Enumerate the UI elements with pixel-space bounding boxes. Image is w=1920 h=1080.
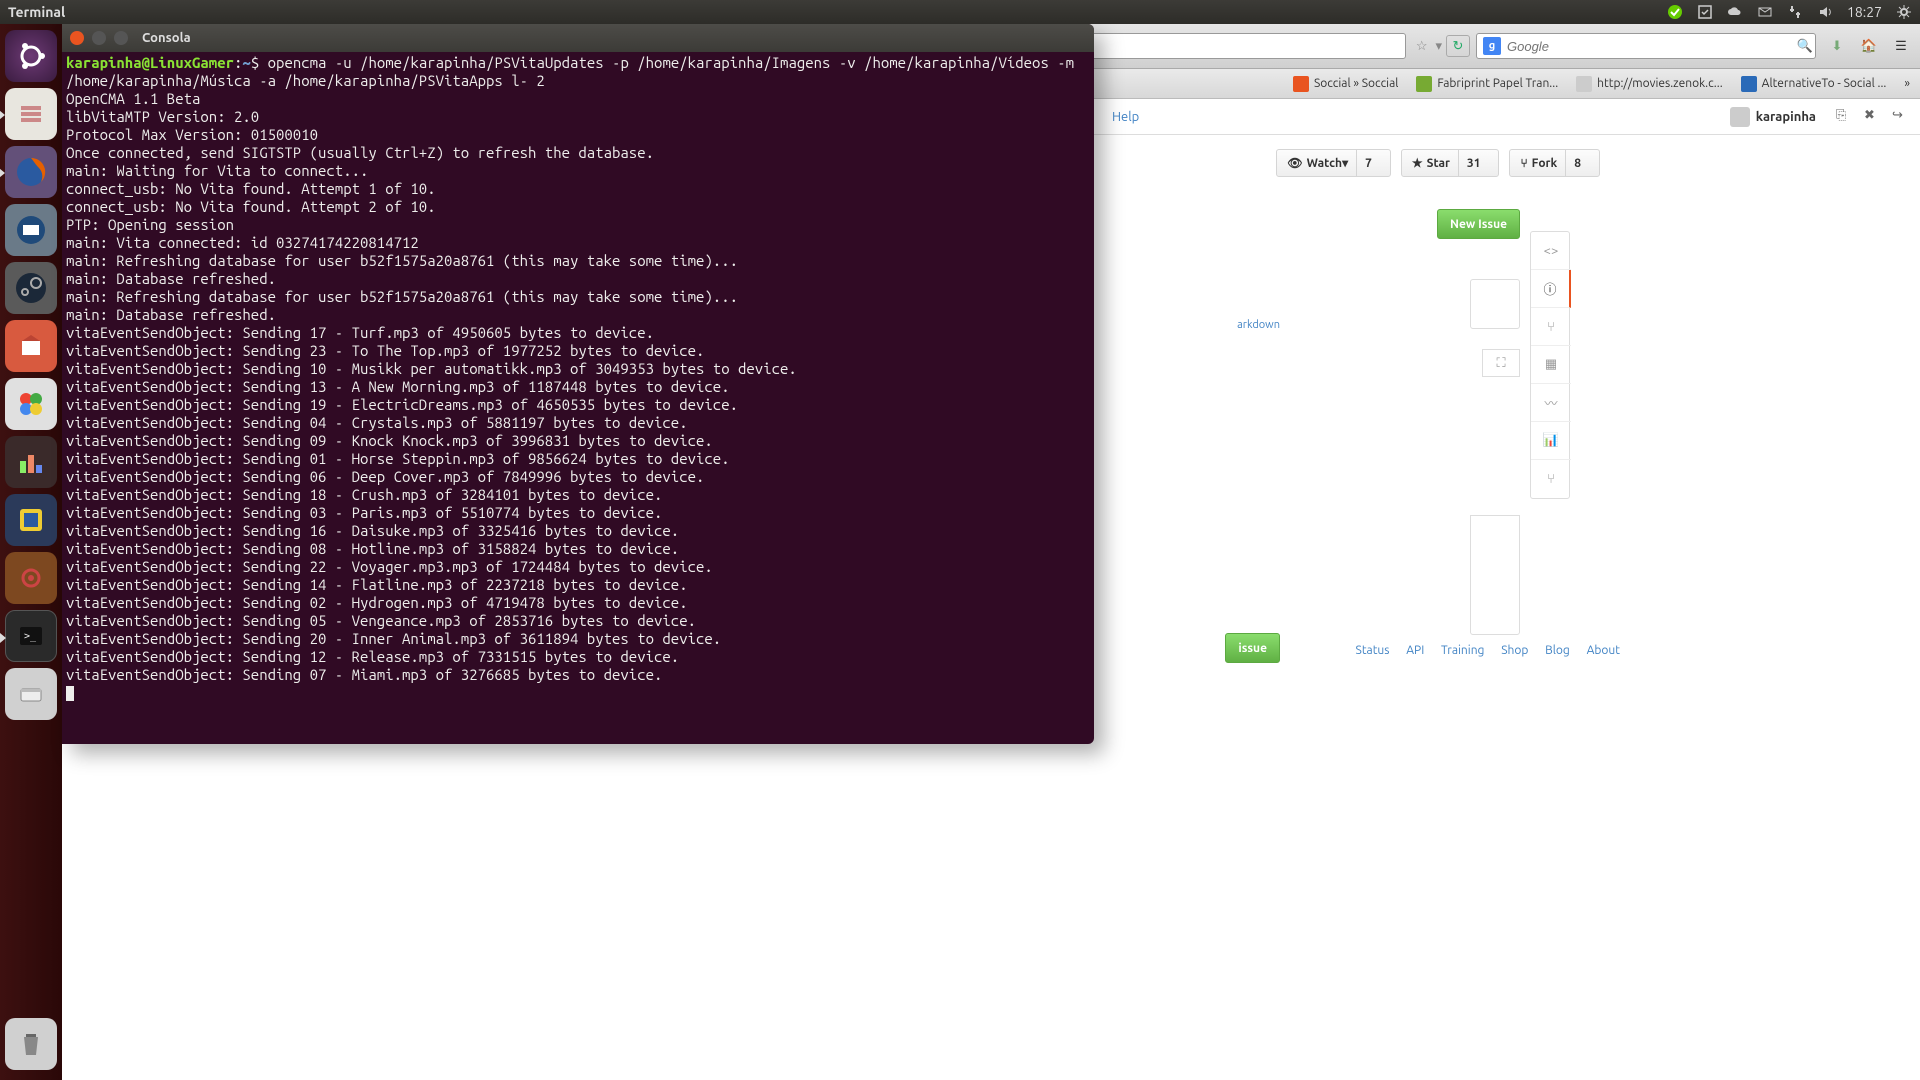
repo-side-nav: <> ⓘ ⑂ ▦ 〰 📊 ⑂ [1530,231,1570,499]
edit-icon[interactable] [1697,4,1713,20]
top-panel: Terminal 18:27 [0,0,1920,24]
markdown-hint: arkdown [1237,319,1280,331]
watch-button[interactable]: 👁 Watch ▾7 [1276,149,1390,177]
logout-icon[interactable]: ↪ [1892,108,1910,126]
launcher-system-monitor[interactable] [5,436,57,488]
launcher-playonlinux[interactable] [5,378,57,430]
help-link[interactable]: Help [1112,110,1139,124]
terminal-titlebar[interactable]: Consola [62,24,1094,52]
close-icon[interactable] [70,31,84,45]
bookmark-item[interactable]: AlternativeTo - Social ... [1741,76,1887,92]
sound-icon[interactable] [1817,4,1833,20]
launcher-trash[interactable] [5,1018,57,1070]
minimize-icon[interactable] [92,31,106,45]
star-button[interactable]: ★ Star31 [1401,149,1500,177]
graphs-icon[interactable]: 📊 [1531,422,1571,460]
fork-button[interactable]: ⑂ Fork8 [1509,149,1600,177]
repo-actions: 👁 Watch ▾7 ★ Star31 ⑂ Fork8 [1266,149,1600,177]
footer-link[interactable]: Status [1356,644,1390,657]
bookmark-item[interactable]: http://movies.zenok.c... [1576,76,1723,92]
search-input[interactable] [1507,39,1795,54]
pulse-icon[interactable]: 〰 [1531,384,1571,422]
launcher-virtualbox[interactable] [5,494,57,546]
new-issue-button[interactable]: New Issue [1437,209,1520,239]
issue-title-box[interactable] [1470,279,1520,329]
network-icon[interactable]: ⑂ [1531,460,1571,498]
home-icon[interactable]: 🏠 [1858,35,1880,57]
bookmark-item[interactable]: Soccial » Soccial [1293,76,1398,92]
launcher-software-center[interactable] [5,320,57,372]
launcher-firefox[interactable] [5,146,57,198]
bookmark-item[interactable]: Fabriprint Papel Tran... [1416,76,1558,92]
unity-launcher: >_ [0,24,62,1080]
avatar [1730,107,1750,127]
wiki-icon[interactable]: ▦ [1531,346,1571,384]
launcher-steam[interactable] [5,262,57,314]
network-icon[interactable] [1787,4,1803,20]
launcher-settings[interactable] [5,552,57,604]
bookmarks-overflow[interactable]: » [1904,77,1910,90]
launcher-terminal[interactable]: >_ [5,610,57,662]
launcher-thunderbird[interactable] [5,204,57,256]
search-icon[interactable]: 🔍 [1795,39,1815,54]
issue-body-box[interactable] [1470,515,1520,635]
download-icon[interactable]: ⬇ [1826,35,1848,57]
settings-icon[interactable]: ✖ [1864,108,1882,126]
footer-link[interactable]: Blog [1545,644,1570,657]
code-icon[interactable]: <> [1531,232,1571,270]
terminal-window: Consola karapinha@LinuxGamer:~$ opencma … [62,24,1094,744]
terminal-cursor [66,686,74,701]
user-menu[interactable]: karapinha [1730,107,1816,127]
terminal-title: Consola [142,29,191,47]
launcher-dash[interactable] [5,30,57,82]
google-icon: g [1483,37,1501,55]
mail-icon[interactable] [1757,4,1773,20]
new-repo-icon[interactable]: ⎘ [1836,108,1854,126]
feed-icon[interactable]: ☆ [1416,39,1428,54]
clock[interactable]: 18:27 [1847,4,1882,20]
issues-icon[interactable]: ⓘ [1531,270,1571,308]
menu-icon[interactable]: ☰ [1890,35,1912,57]
footer-link[interactable]: Training [1441,644,1484,657]
app-title: Terminal [8,4,65,20]
fullscreen-icon[interactable]: ⛶ [1482,349,1520,377]
terminal-body[interactable]: karapinha@LinuxGamer:~$ opencma -u /home… [62,52,1094,704]
launcher-disk[interactable] [5,668,57,720]
svg-text:>_: >_ [24,631,37,642]
footer-link[interactable]: Shop [1501,644,1528,657]
checkmark-icon[interactable] [1667,4,1683,20]
reload-icon[interactable]: ↻ [1446,35,1470,57]
search-bar[interactable]: g 🔍 [1476,33,1816,59]
cloud-icon[interactable] [1727,4,1743,20]
gear-icon[interactable] [1896,4,1912,20]
terminal-output: OpenCMA 1.1 Beta libVitaMTP Version: 2.0… [66,90,797,683]
pr-icon[interactable]: ⑂ [1531,308,1571,346]
maximize-icon[interactable] [114,31,128,45]
footer-link[interactable]: About [1587,644,1620,657]
footer-link[interactable]: API [1406,644,1424,657]
launcher-files[interactable] [5,88,57,140]
